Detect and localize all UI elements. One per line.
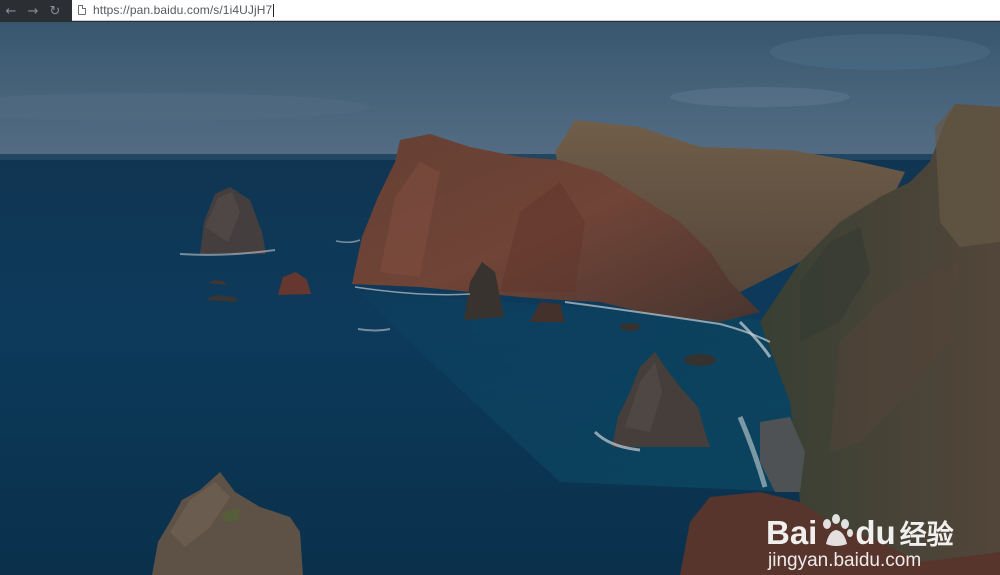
baidu-jingyan-watermark: Bai du 经验 jingyan.baidu.com bbox=[766, 490, 986, 575]
reload-button[interactable]: ↻ bbox=[44, 0, 66, 22]
url-text[interactable]: https://pan.baidu.com/s/1i4UJjH7 bbox=[93, 3, 272, 17]
back-button[interactable]: ← bbox=[0, 0, 22, 22]
logo-text-du: du bbox=[855, 514, 896, 551]
address-bar[interactable]: https://pan.baidu.com/s/1i4UJjH7 bbox=[72, 0, 1000, 21]
browser-toolbar: ← → ↻ https://pan.baidu.com/s/1i4UJjH7 bbox=[0, 0, 1000, 22]
logo-text-bai: Bai bbox=[766, 514, 818, 551]
paw-icon bbox=[819, 514, 854, 548]
arrow-left-icon: ← bbox=[5, 3, 17, 19]
arrow-right-icon: → bbox=[27, 3, 39, 19]
baidu-logo: Bai du 经验 bbox=[766, 510, 954, 552]
watermark-url: jingyan.baidu.com bbox=[768, 550, 922, 571]
text-caret bbox=[273, 3, 275, 17]
logo-text-jingyan: 经验 bbox=[899, 520, 954, 551]
landscape-photo: Bai du 经验 jingyan.baidu.com bbox=[0, 22, 1000, 575]
document-icon bbox=[78, 5, 86, 15]
forward-button[interactable]: → bbox=[22, 0, 44, 22]
reload-icon: ↻ bbox=[49, 3, 61, 19]
